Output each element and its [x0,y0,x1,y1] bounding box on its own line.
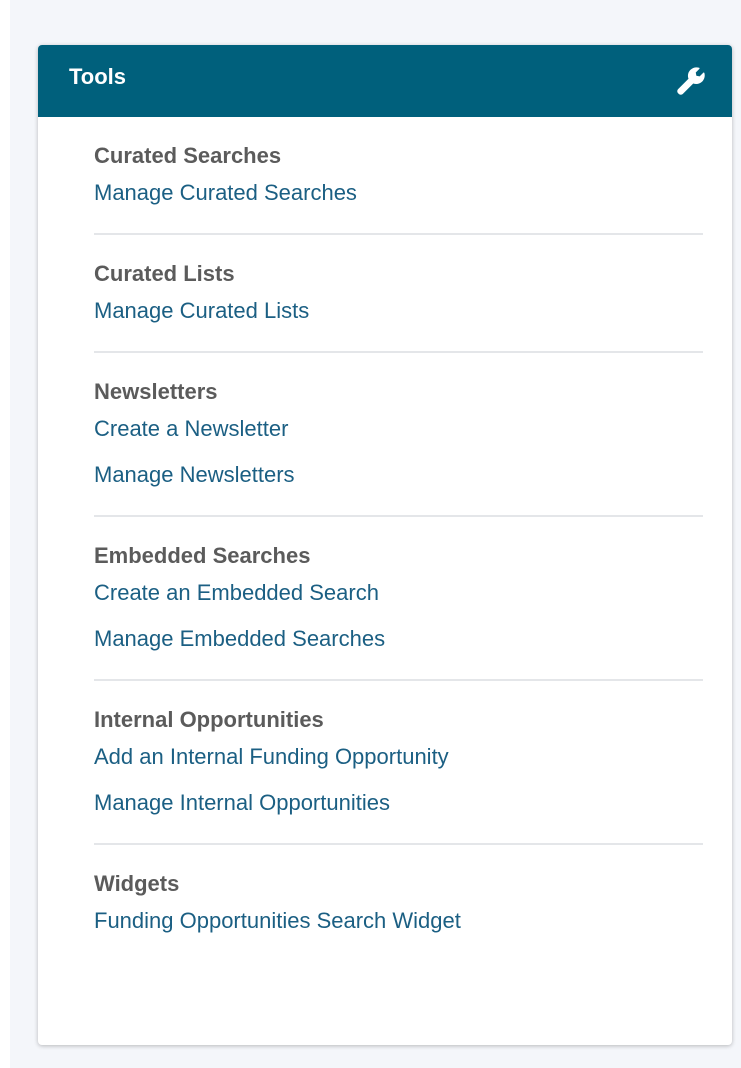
tools-panel: Tools Curated Searches Manage Curated Se… [38,45,732,1045]
section-heading: Widgets [94,871,180,896]
panel-title: Tools [69,64,127,89]
manage-newsletters-link[interactable]: Manage Newsletters [94,462,703,488]
wrench-icon[interactable] [676,65,706,97]
panel-header: Tools [38,45,732,117]
section-curated-lists: Curated Lists Manage Curated Lists [94,235,703,353]
section-newsletters: Newsletters Create a Newsletter Manage N… [94,353,703,517]
section-heading: Curated Lists [94,261,235,286]
add-internal-funding-opportunity-link[interactable]: Add an Internal Funding Opportunity [94,744,703,770]
section-widgets: Widgets Funding Opportunities Search Wid… [94,845,703,934]
section-curated-searches: Curated Searches Manage Curated Searches [94,143,703,235]
section-embedded-searches: Embedded Searches Create an Embedded Sea… [94,517,703,681]
section-heading: Newsletters [94,379,218,404]
funding-opportunities-search-widget-link[interactable]: Funding Opportunities Search Widget [94,908,703,934]
create-newsletter-link[interactable]: Create a Newsletter [94,416,703,442]
manage-embedded-searches-link[interactable]: Manage Embedded Searches [94,626,703,652]
manage-curated-searches-link[interactable]: Manage Curated Searches [94,180,703,206]
section-internal-opportunities: Internal Opportunities Add an Internal F… [94,681,703,845]
panel-body: Curated Searches Manage Curated Searches… [38,117,732,934]
section-heading: Embedded Searches [94,543,311,568]
manage-curated-lists-link[interactable]: Manage Curated Lists [94,298,703,324]
create-embedded-search-link[interactable]: Create an Embedded Search [94,580,703,606]
section-heading: Curated Searches [94,143,282,168]
manage-internal-opportunities-link[interactable]: Manage Internal Opportunities [94,790,703,816]
section-heading: Internal Opportunities [94,707,324,732]
